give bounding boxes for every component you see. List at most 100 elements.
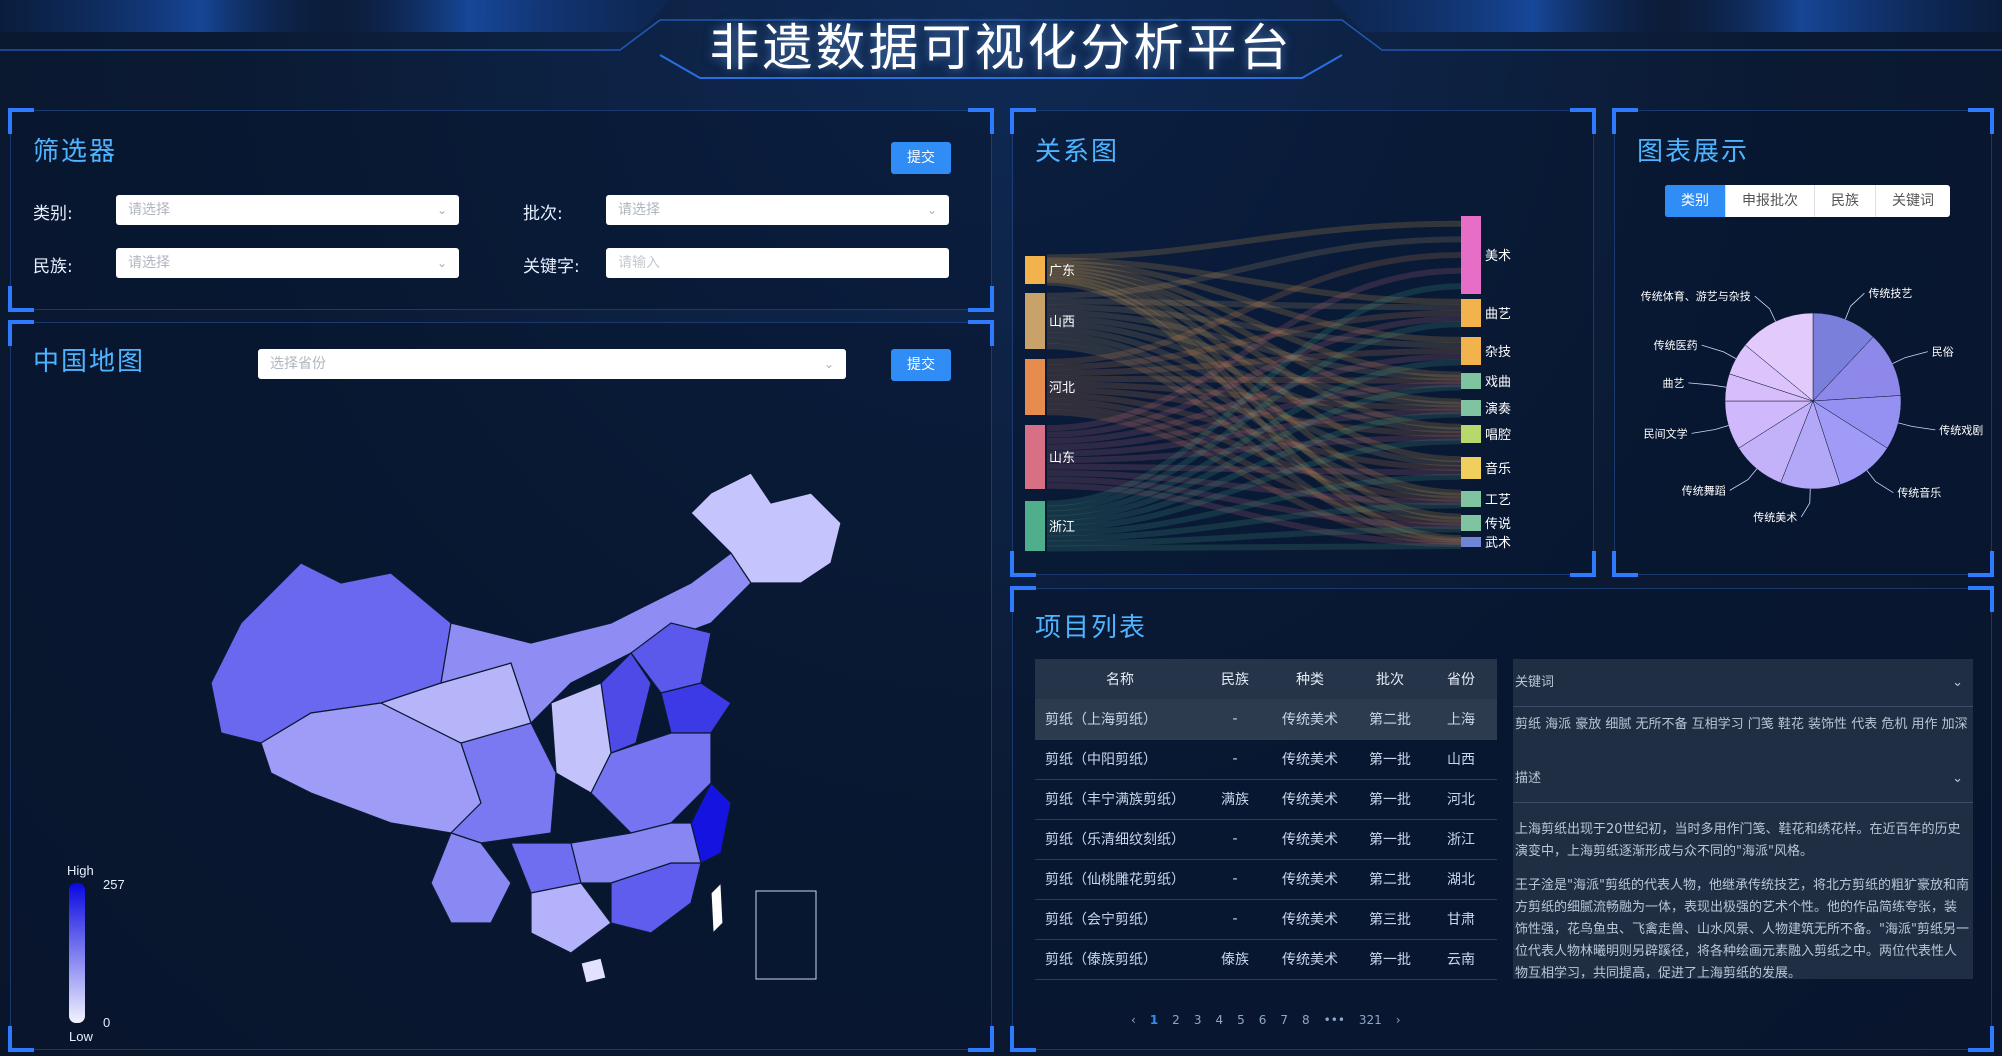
cell-name: 剪纸（中阳剪纸） <box>1035 739 1205 780</box>
table-row[interactable]: 剪纸（丰宁满族剪纸） 满族 传统美术 第一批 河北 <box>1035 779 1497 820</box>
page-number[interactable]: ••• <box>1324 1013 1345 1027</box>
column-type[interactable]: 种类 <box>1265 659 1355 699</box>
pie-label: 民俗 <box>1932 346 1954 359</box>
sankey-target-node[interactable] <box>1461 216 1481 294</box>
sankey-link[interactable] <box>1046 543 1462 552</box>
pie-label-line <box>1688 382 1727 388</box>
chevron-down-icon: ⌄ <box>436 203 447 217</box>
filter-panel: 筛选器 提交 类别: 请选择 ⌄ 批次: 请选择 ⌄ 民族: 请选择 ⌄ 关键字… <box>8 108 994 312</box>
cell-ethnic: - <box>1205 899 1265 940</box>
sankey-target-node[interactable] <box>1461 299 1481 327</box>
column-batch[interactable]: 批次 <box>1355 659 1425 699</box>
prev-page-icon[interactable]: ‹ <box>1131 1013 1136 1027</box>
next-page-icon[interactable]: › <box>1396 1013 1401 1027</box>
sankey-target-node[interactable] <box>1461 537 1481 547</box>
table-row[interactable]: 剪纸（中阳剪纸） - 传统美术 第一批 山西 <box>1035 739 1497 780</box>
sankey-source-label: 河北 <box>1049 380 1075 395</box>
sankey-source-node[interactable] <box>1025 256 1045 284</box>
table-row[interactable]: 剪纸（傣族剪纸） 傣族 传统美术 第一批 云南 <box>1035 939 1497 980</box>
column-province[interactable]: 省份 <box>1425 659 1497 699</box>
sankey-target-node[interactable] <box>1461 515 1481 531</box>
keywords-text: 剪纸 海派 豪放 细腻 无所不备 互相学习 门笺 鞋花 装饰性 代表 危机 用作… <box>1515 717 1968 732</box>
legend-low-label: Low <box>69 1029 93 1044</box>
keyword-input[interactable]: 请输入 <box>606 248 949 278</box>
sankey-source-node[interactable] <box>1025 501 1045 551</box>
cell-ethnic: 满族 <box>1205 779 1265 820</box>
sankey-target-label: 工艺 <box>1485 492 1511 507</box>
map-legend-bar <box>69 883 85 1023</box>
cell-batch: 第二批 <box>1355 699 1425 740</box>
sankey-source-node[interactable] <box>1025 425 1045 489</box>
cell-province: 上海 <box>1425 699 1497 740</box>
pie-chart[interactable]: 传统技艺民俗传统戏剧传统音乐传统美术 传统舞蹈 民间文学 曲艺 传统医药 传统体育、游艺与… <box>1615 111 1993 576</box>
sankey-target-label: 杂技 <box>1485 344 1511 359</box>
pie-label-line <box>1898 422 1936 431</box>
map-region-taiwan <box>710 881 724 935</box>
chevron-down-icon: ⌄ <box>1952 771 1963 786</box>
cell-name: 剪纸（傣族剪纸） <box>1035 939 1205 980</box>
table-row[interactable]: 剪纸（会宁剪纸） - 传统美术 第三批 甘肃 <box>1035 899 1497 940</box>
pie-label-line <box>1729 468 1758 491</box>
sankey-link[interactable] <box>1046 375 1462 384</box>
sankey-source-node[interactable] <box>1025 359 1045 415</box>
ethnic-select[interactable]: 请选择 ⌄ <box>116 248 459 278</box>
keywords-header[interactable]: 关键词 ⌄ <box>1513 659 1973 707</box>
map-region-guangxi <box>530 882 612 954</box>
ethnic-placeholder: 请选择 <box>128 255 170 271</box>
pie-label-line <box>1754 295 1776 322</box>
map-panel: 中国地图 选择省份 ⌄ 提交 High 257 0 Low <box>8 320 994 1052</box>
sankey-target-node[interactable] <box>1461 425 1481 443</box>
desc-header[interactable]: 描述 ⌄ <box>1513 755 1973 803</box>
pie-label: 传统体育、游艺与杂技 <box>1641 289 1751 303</box>
pie-label: 传统音乐 <box>1897 486 1941 500</box>
page-number[interactable]: 2 <box>1172 1013 1180 1027</box>
page-number[interactable]: 1 <box>1150 1013 1158 1027</box>
project-detail: 关键词 ⌄ 剪纸 海派 豪放 细腻 无所不备 互相学习 门笺 鞋花 装饰性 代表… <box>1513 659 1973 979</box>
sankey-target-node[interactable] <box>1461 373 1481 389</box>
sankey-target-label: 美术 <box>1485 248 1511 263</box>
chevron-down-icon: ⌄ <box>1952 675 1963 690</box>
page-number[interactable]: 321 <box>1359 1013 1382 1027</box>
filter-submit-button[interactable]: 提交 <box>891 142 951 174</box>
pie-label: 传统医药 <box>1654 339 1698 352</box>
page-number[interactable]: 5 <box>1237 1013 1245 1027</box>
chevron-down-icon: ⌄ <box>926 203 937 217</box>
batch-placeholder: 请选择 <box>618 202 660 218</box>
page-number[interactable]: 7 <box>1280 1013 1288 1027</box>
cell-batch: 第三批 <box>1355 899 1425 940</box>
keyword-label: 关键字: <box>523 257 580 277</box>
table-header-row: 名称 民族 种类 批次 省份 <box>1035 659 1497 699</box>
cell-type: 传统美术 <box>1265 699 1355 740</box>
cell-ethnic: - <box>1205 699 1265 740</box>
column-name[interactable]: 名称 <box>1035 659 1205 699</box>
sankey-target-node[interactable] <box>1461 400 1481 416</box>
cell-province: 甘肃 <box>1425 899 1497 940</box>
sankey-target-node[interactable] <box>1461 337 1481 365</box>
cell-name: 剪纸（上海剪纸） <box>1035 699 1205 740</box>
page-number[interactable]: 4 <box>1215 1013 1223 1027</box>
column-ethnic[interactable]: 民族 <box>1205 659 1265 699</box>
cell-province: 湖北 <box>1425 859 1497 900</box>
cell-batch: 第一批 <box>1355 939 1425 980</box>
page-number[interactable]: 3 <box>1194 1013 1202 1027</box>
sankey-source-node[interactable] <box>1025 293 1045 349</box>
batch-select[interactable]: 请选择 ⌄ <box>606 195 949 225</box>
page-number[interactable]: 6 <box>1259 1013 1267 1027</box>
map-region-shandong <box>660 682 732 734</box>
pie-label: 传统舞蹈 <box>1682 484 1726 497</box>
pie-label: 传统技艺 <box>1868 287 1912 300</box>
china-map[interactable]: High 257 0 Low <box>11 323 993 1051</box>
legend-min-value: 0 <box>103 1015 110 1030</box>
sankey-target-node[interactable] <box>1461 457 1481 479</box>
sankey-chart[interactable]: 广东山西河北山东浙江 美术曲艺杂技戏曲演奏唱腔音乐工艺传说武术 <box>1013 111 1595 576</box>
sankey-target-label: 音乐 <box>1485 461 1511 476</box>
page-number[interactable]: 8 <box>1302 1013 1310 1027</box>
table-row[interactable]: 剪纸（上海剪纸） - 传统美术 第二批 上海 <box>1035 699 1497 740</box>
cell-type: 传统美术 <box>1265 939 1355 980</box>
table-row[interactable]: 剪纸（乐清细纹刻纸） - 传统美术 第一批 浙江 <box>1035 819 1497 860</box>
cell-name: 剪纸（会宁剪纸） <box>1035 899 1205 940</box>
filter-title: 筛选器 <box>33 137 118 167</box>
sankey-target-node[interactable] <box>1461 491 1481 507</box>
category-select[interactable]: 请选择 ⌄ <box>116 195 459 225</box>
table-row[interactable]: 剪纸（仙桃雕花剪纸） - 传统美术 第二批 湖北 <box>1035 859 1497 900</box>
